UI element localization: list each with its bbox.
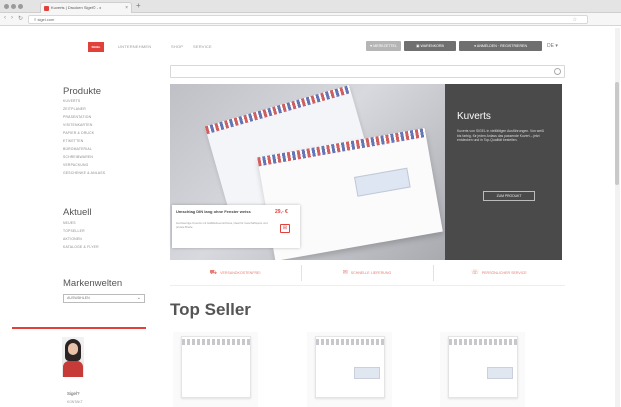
language-select[interactable]: DE ▾ xyxy=(547,43,558,49)
browser-tab[interactable]: Kuverts | Drucken Sigel© - x × xyxy=(40,2,132,13)
scrollbar-thumb[interactable] xyxy=(615,82,619,185)
hero-product-card[interactable]: Umschlag DIN lang ohne Fenster weiss Hoc… xyxy=(172,205,300,248)
browser-urlbar: ‹ › ↻ ≡ sigel.com ☆ xyxy=(0,13,621,26)
hero-info-panel: Kuverts Kuverts von SIGEL in vielfältige… xyxy=(445,84,562,260)
sidebar-item-zeitplaner[interactable]: ZEITPLANER xyxy=(63,107,86,111)
product-thumbnail[interactable] xyxy=(440,332,525,407)
sidebar-heading-aktuell: Aktuell xyxy=(63,207,92,218)
sidebar-item-etiketten[interactable]: ETIKETTEN xyxy=(63,139,83,143)
login-label: ANMELDEN · REGISTRIEREN xyxy=(476,44,528,48)
tab-close-icon[interactable]: × xyxy=(125,3,128,13)
sidebar-item-schreibwaren[interactable]: SCHREIBWAREN xyxy=(63,155,93,159)
merkzettel-label: MERKZETTEL xyxy=(373,44,397,48)
product-title[interactable]: Umschlag DIN lang ohne Fenster weiss xyxy=(176,209,272,214)
merkzettel-button[interactable]: ♥ MERKZETTEL xyxy=(366,41,401,51)
feature-delivery-label: SCHNELLE LIEFERUNG xyxy=(350,271,392,275)
feature-shipping-label: VERSANDKOSTENFREI xyxy=(220,271,261,275)
sidebar-item-geschenke[interactable]: GESCHENKE & ANLASS xyxy=(63,171,105,175)
maximize-window-icon[interactable] xyxy=(18,4,23,9)
sidebar-item-neues[interactable]: NEUES xyxy=(63,221,76,225)
feature-shipping: ⛟ VERSANDKOSTENFREI xyxy=(170,262,300,284)
envelope-stripe xyxy=(316,339,384,345)
hero-heading: Kuverts xyxy=(457,111,491,122)
sidebar-item-kuverts[interactable]: KUVERTS xyxy=(63,99,80,103)
sidebar-item-aktionen[interactable]: AKTIONEN xyxy=(63,237,82,241)
address-text: ≡ sigel.com xyxy=(34,17,55,22)
feature-bar: ⛟ VERSANDKOSTENFREI ✉ SCHNELLE LIEFERUNG ☏… xyxy=(170,262,565,284)
envelope-window xyxy=(354,167,411,197)
product-description: Hochwertige Kuverts mit Haftklebeverschl… xyxy=(176,221,268,229)
brand-logo[interactable]: SIGEL xyxy=(88,42,104,52)
nav-unternehmen[interactable]: UNTERNEHMEN xyxy=(118,44,151,49)
close-window-icon[interactable] xyxy=(4,4,9,9)
avatar xyxy=(62,337,84,377)
feature-service-label: PERSÖNLICHER SERVICE xyxy=(481,271,527,275)
warenkorb-button[interactable]: ▣ WARENKORB xyxy=(404,41,456,51)
new-tab-button[interactable]: + xyxy=(136,1,141,10)
avatar-face xyxy=(68,343,78,355)
truck-icon: ⛟ xyxy=(209,270,218,277)
envelope-stripe xyxy=(449,339,517,345)
product-thumbnail[interactable] xyxy=(173,332,258,407)
address-input[interactable]: ≡ sigel.com ☆ xyxy=(28,15,588,24)
feature-underline xyxy=(170,285,565,286)
sidebar-item-kataloge[interactable]: KATALOGE & FLYER xyxy=(63,245,99,249)
login-button[interactable]: ● ANMELDEN · REGISTRIEREN xyxy=(459,41,542,51)
topseller-heading: Top Seller xyxy=(170,300,251,319)
search-icon[interactable] xyxy=(554,68,561,75)
contact-divider xyxy=(12,327,146,329)
hero-cta-button[interactable]: ZUM PRODUKT xyxy=(483,191,535,201)
tab-title: Kuverts | Drucken Sigel© - x xyxy=(51,5,102,10)
phone-icon: ☏ xyxy=(471,270,479,277)
favicon-icon xyxy=(44,6,49,11)
envelope-image xyxy=(315,336,385,398)
product-thumbnail[interactable] xyxy=(307,332,392,407)
sidebar-heading-markenwelten: Markenwelten xyxy=(63,278,123,289)
envelope-window xyxy=(487,367,513,379)
warenkorb-label: WARENKORB xyxy=(420,44,444,48)
feature-delivery: ✉ SCHNELLE LIEFERUNG xyxy=(302,262,432,284)
browser-tabbar: Kuverts | Drucken Sigel© - x × + xyxy=(0,0,621,13)
avatar-body xyxy=(63,361,83,377)
minimize-window-icon[interactable] xyxy=(11,4,16,9)
envelope-window xyxy=(354,367,380,379)
markenwelten-select[interactable]: AUSWÄHLEN ⌄ xyxy=(63,294,145,303)
add-to-cart-icon[interactable]: ⊞ xyxy=(280,224,290,233)
forward-icon[interactable]: › xyxy=(11,15,13,21)
feature-service: ☏ PERSÖNLICHER SERVICE xyxy=(434,262,564,284)
sidebar-heading-produkte: Produkte xyxy=(63,86,102,97)
sidebar-item-bueromaterial[interactable]: BÜROMATERIAL xyxy=(63,147,92,151)
back-icon[interactable]: ‹ xyxy=(4,15,6,21)
search-input[interactable] xyxy=(170,65,565,78)
contact-link[interactable]: KONTAKT xyxy=(67,400,83,404)
sidebar-item-verpackung[interactable]: VERPACKUNG xyxy=(63,163,89,167)
product-price: 29,- € xyxy=(275,209,288,215)
nav-service[interactable]: SERVICE xyxy=(193,44,212,49)
sidebar-item-topseller[interactable]: TOPSELLER xyxy=(63,229,85,233)
sidebar-item-praesentation[interactable]: PRÄSENTATION xyxy=(63,115,91,119)
envelope-image xyxy=(448,336,518,398)
envelope-stripe xyxy=(182,339,250,345)
envelope-stripe xyxy=(204,85,352,135)
envelope-image xyxy=(181,336,251,398)
chevron-down-icon: ⌄ xyxy=(136,295,141,301)
markenwelten-value: AUSWÄHLEN xyxy=(67,296,90,300)
envelope-icon: ✉ xyxy=(342,270,348,277)
bookmark-icon[interactable]: ☆ xyxy=(573,17,577,24)
sidebar-item-visitenkarten[interactable]: VISITENKARTEN xyxy=(63,123,92,127)
nav-shop[interactable]: SHOP xyxy=(171,44,183,49)
hero-text: Kuverts von SIGEL in vielfältigen Ausfüh… xyxy=(457,129,544,143)
sidebar-item-papier[interactable]: PAPIER & DRUCK xyxy=(63,131,94,135)
reload-icon[interactable]: ↻ xyxy=(18,15,23,22)
contact-question: Sigel? xyxy=(67,391,80,396)
